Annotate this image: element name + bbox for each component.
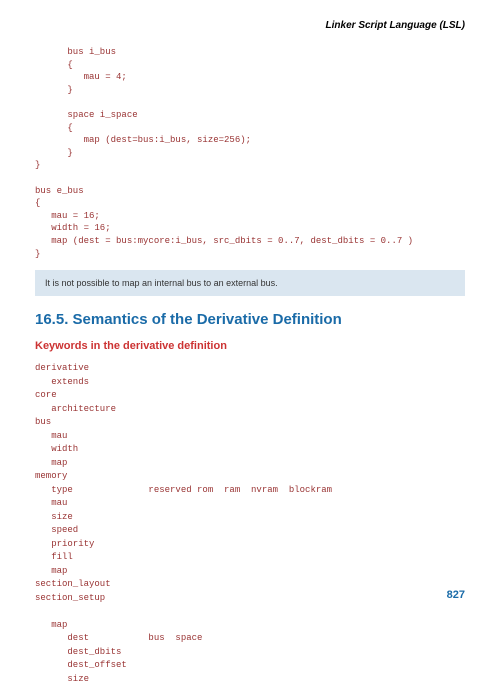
page: Linker Script Language (LSL) bus i_bus {… bbox=[0, 0, 500, 616]
page-number: 827 bbox=[447, 589, 465, 601]
keywords-list: derivative extends core architecture bus… bbox=[35, 362, 465, 686]
page-header-title: Linker Script Language (LSL) bbox=[35, 20, 465, 31]
code-block-bus-definition: bus i_bus { mau = 4; } space i_space { m… bbox=[35, 46, 465, 260]
subsection-heading: Keywords in the derivative definition bbox=[35, 340, 465, 352]
note-box: It is not possible to map an internal bu… bbox=[35, 270, 465, 296]
section-heading: 16.5. Semantics of the Derivative Defini… bbox=[35, 311, 465, 328]
